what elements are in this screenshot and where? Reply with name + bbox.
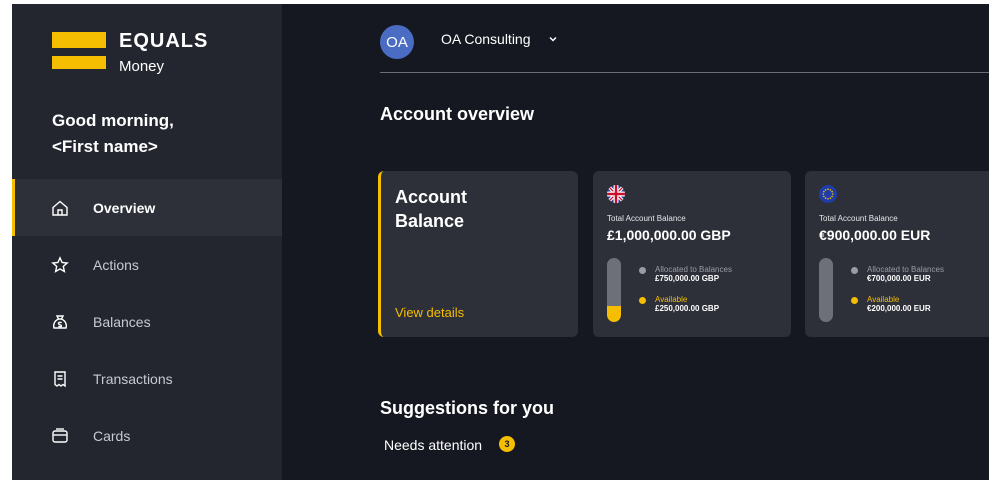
- sidebar-item-label: Balances: [93, 313, 151, 330]
- sidebar-nav: Overview Actions Balances Transactions C…: [12, 179, 282, 464]
- available-fill: [607, 306, 621, 322]
- sidebar: EQUALS Money Good morning, <First name> …: [12, 4, 282, 480]
- sidebar-item-cards[interactable]: Cards: [12, 407, 282, 464]
- account-balance-title-line: Account: [395, 187, 467, 207]
- uk-flag-icon: [607, 185, 625, 203]
- app-frame: EQUALS Money Good morning, <First name> …: [12, 4, 989, 480]
- sidebar-item-label: Overview: [93, 199, 156, 216]
- allocated-dot: [639, 267, 646, 274]
- page-title: Account overview: [380, 104, 535, 124]
- top-bar: OA OA Consulting: [380, 4, 989, 73]
- balance-progress-bar: [819, 258, 833, 322]
- receipt-icon: [51, 370, 69, 388]
- sidebar-item-transactions[interactable]: Transactions: [12, 350, 282, 407]
- brand-name: EQUALS: [119, 30, 209, 52]
- needs-attention-link[interactable]: Needs attention: [384, 437, 482, 453]
- sidebar-item-label: Actions: [93, 256, 139, 273]
- avatar[interactable]: OA: [380, 25, 414, 59]
- sidebar-item-overview[interactable]: Overview: [12, 179, 282, 236]
- total-balance-value: £1,000,000.00 GBP: [607, 227, 731, 243]
- available-dot: [639, 297, 646, 304]
- balance-progress-bar: [607, 258, 621, 322]
- available-value: £250,000.00 GBP: [655, 304, 720, 313]
- gbp-balance-card[interactable]: Total Account Balance £1,000,000.00 GBP …: [593, 171, 791, 337]
- star-icon: [51, 255, 69, 274]
- allocated-dot: [851, 267, 858, 274]
- main-content: OA OA Consulting Account overview Accoun…: [282, 4, 989, 480]
- allocated-label: Allocated to Balances: [867, 265, 944, 274]
- available-label: Available: [867, 295, 900, 304]
- sidebar-item-label: Transactions: [93, 370, 173, 387]
- logo-bar-bottom: [52, 56, 106, 69]
- total-balance-label: Total Account Balance: [819, 214, 898, 223]
- account-balance-title-line: Balance: [395, 211, 465, 231]
- eu-flag-icon: [819, 185, 837, 203]
- view-details-link[interactable]: View details: [395, 305, 464, 320]
- logo-bar-top: [52, 32, 106, 48]
- chevron-down-icon[interactable]: [548, 34, 558, 44]
- sidebar-item-balances[interactable]: Balances: [12, 293, 282, 350]
- available-label: Available: [655, 295, 688, 304]
- suggestions-title: Suggestions for you: [380, 398, 555, 418]
- money-bag-icon: [51, 313, 69, 331]
- account-balance-card: Account Balance View details: [378, 171, 578, 337]
- greeting-name: <First name>: [52, 137, 158, 156]
- sidebar-item-actions[interactable]: Actions: [12, 236, 282, 293]
- greeting-line: Good morning,: [52, 111, 174, 130]
- eur-balance-card[interactable]: Total Account Balance €900,000.00 EUR Al…: [805, 171, 989, 337]
- sidebar-item-label: Cards: [93, 427, 131, 444]
- total-balance-value: €900,000.00 EUR: [819, 227, 931, 243]
- account-balance-title: Account Balance: [395, 185, 467, 233]
- attention-count-badge: 3: [499, 436, 515, 452]
- home-icon: [51, 199, 69, 217]
- brand-subtitle: Money: [119, 58, 165, 75]
- greeting: Good morning, <First name>: [52, 108, 174, 160]
- available-value: €200,000.00 EUR: [867, 304, 931, 313]
- allocated-value: £750,000.00 GBP: [655, 274, 720, 283]
- allocated-value: €700,000.00 EUR: [867, 274, 931, 283]
- available-dot: [851, 297, 858, 304]
- org-switcher[interactable]: OA Consulting: [441, 31, 531, 47]
- allocated-label: Allocated to Balances: [655, 265, 732, 274]
- card-icon: [51, 427, 69, 445]
- total-balance-label: Total Account Balance: [607, 214, 686, 223]
